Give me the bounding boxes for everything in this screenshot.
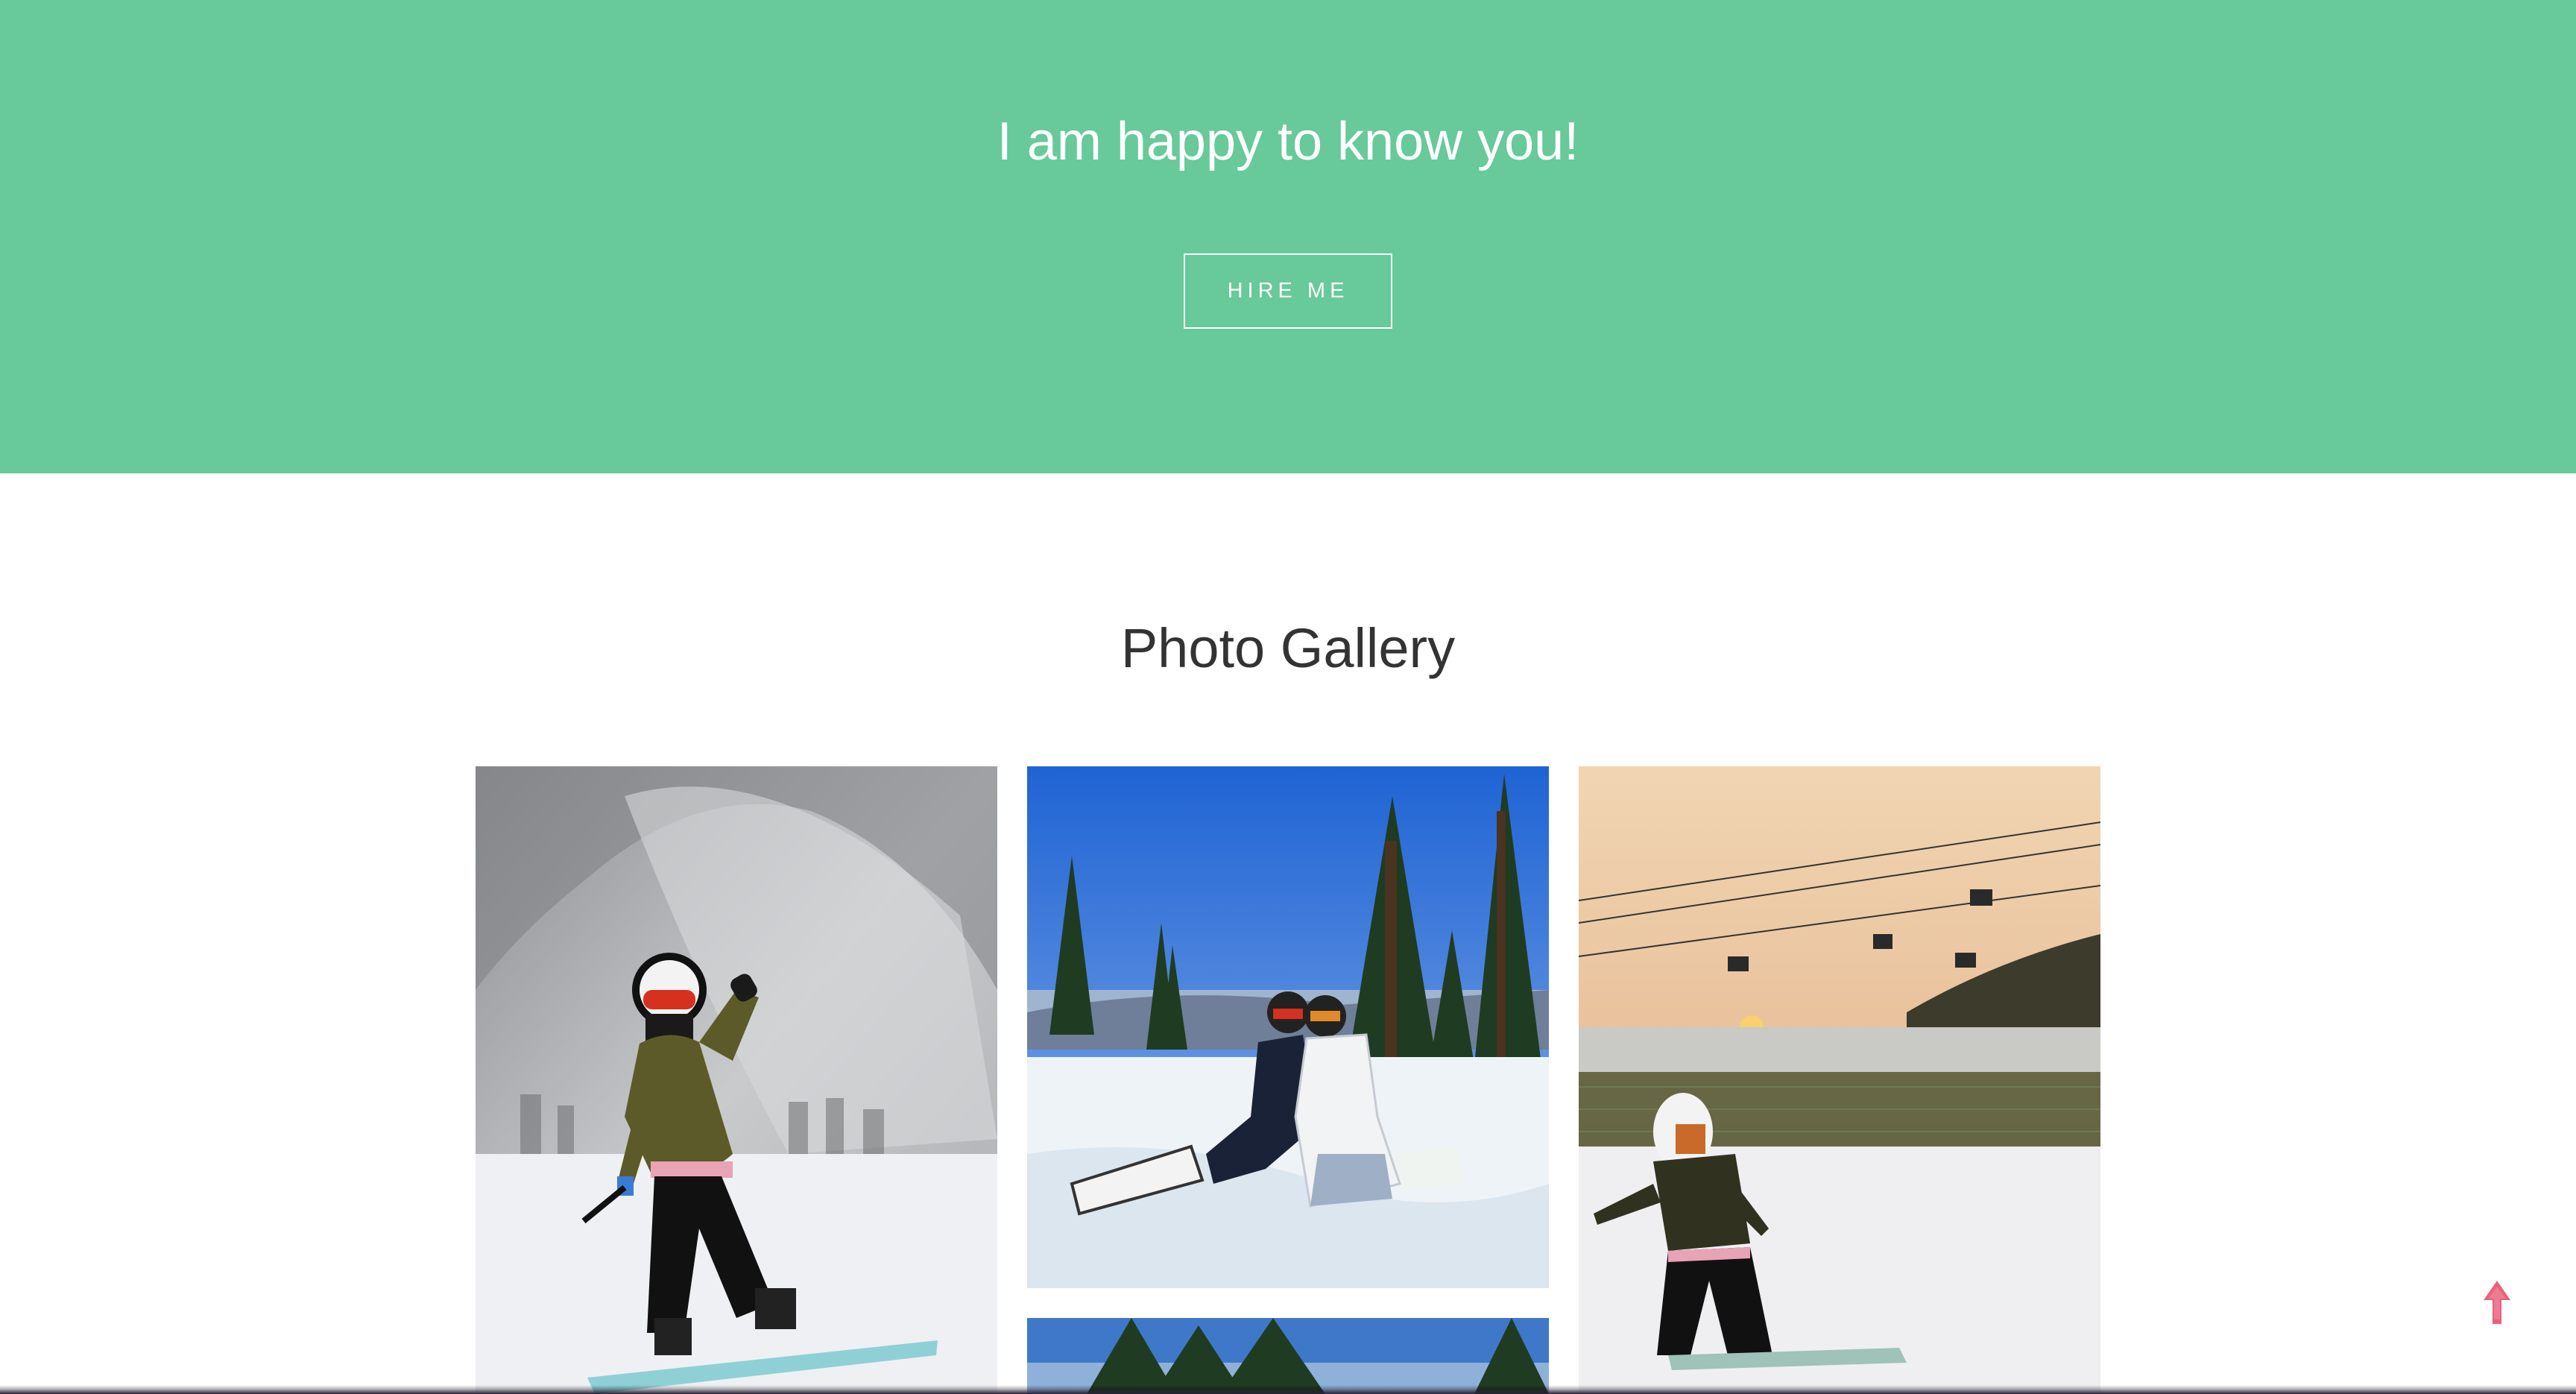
gallery-title: Photo Gallery: [1120, 617, 1456, 679]
gallery-photo-friends-kneeling[interactable]: [1027, 766, 1549, 1288]
gallery-photo-sunset-chairlift[interactable]: [1579, 766, 2100, 1394]
bottom-edge-shadow: [0, 1385, 2576, 1394]
hero-title: I am happy to know you!: [997, 112, 1579, 171]
hire-me-button[interactable]: HIRE ME: [1184, 253, 1392, 329]
scroll-to-top-button[interactable]: [2481, 1281, 2513, 1325]
gallery-photo-snowboarder-waving[interactable]: [476, 766, 997, 1394]
hero-banner: I am happy to know you! HIRE ME: [0, 0, 2576, 473]
arrow-up-icon: [2484, 1281, 2510, 1324]
gallery-photo-pine-trees[interactable]: [1027, 1318, 1549, 1394]
